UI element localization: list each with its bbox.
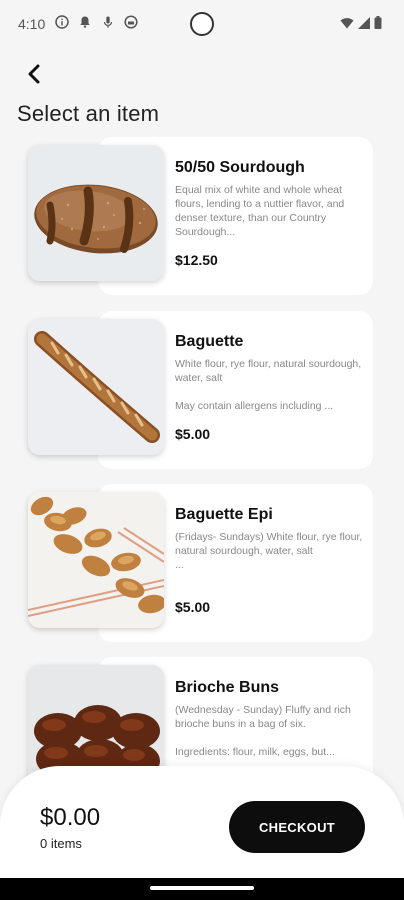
signal-icon [358,16,370,29]
wifi-icon [340,17,354,28]
home-gesture-handle[interactable] [150,886,254,890]
notification-bell-icon [80,16,90,28]
product-name: Brioche Buns [175,679,280,696]
status-bar: 4:10 [0,0,404,48]
system-nav-bar [0,878,404,900]
product-card-baguette[interactable]: Baguette White flour, rye flour, natural… [28,311,373,469]
product-price: $12.50 [175,252,218,268]
cart-item-count: 0 items [40,836,82,851]
info-icon [55,15,69,29]
product-description: White flour, rye flour, natural sourdoug… [175,358,362,412]
camera-cutout [190,12,214,36]
sourdough-loaf-image [28,145,164,281]
baguette-image [28,319,164,455]
status-time: 4:10 [18,16,46,32]
product-name: Baguette Epi [175,506,273,523]
cart-summary-panel: $0.00 0 items CHECKOUT [0,766,404,880]
product-name: Baguette [175,333,244,350]
product-price: $5.00 [175,599,211,615]
back-button[interactable] [20,60,48,88]
page-title: Select an item [17,101,160,126]
chevron-left-icon [28,64,40,84]
baguette-epi-image [28,492,164,628]
product-price: $5.00 [175,426,211,442]
cart-total: $0.00 [40,804,101,831]
product-description: Equal mix of white and whole wheat flour… [175,184,345,238]
product-description: (Fridays- Sundays) White flour, rye flou… [175,531,363,571]
product-name: 50/50 Sourdough [175,159,305,176]
product-card-baguette-epi[interactable]: Baguette Epi (Fridays- Sundays) White fl… [28,484,373,642]
checkout-button[interactable]: CHECKOUT [229,801,365,853]
vpn-icon [124,15,138,29]
mic-icon [103,16,113,28]
product-description: (Wednesday - Sunday) Fluffy and rich bri… [175,704,351,758]
battery-icon [374,16,382,29]
product-card-sourdough[interactable]: 50/50 Sourdough Equal mix of white and w… [28,137,373,295]
